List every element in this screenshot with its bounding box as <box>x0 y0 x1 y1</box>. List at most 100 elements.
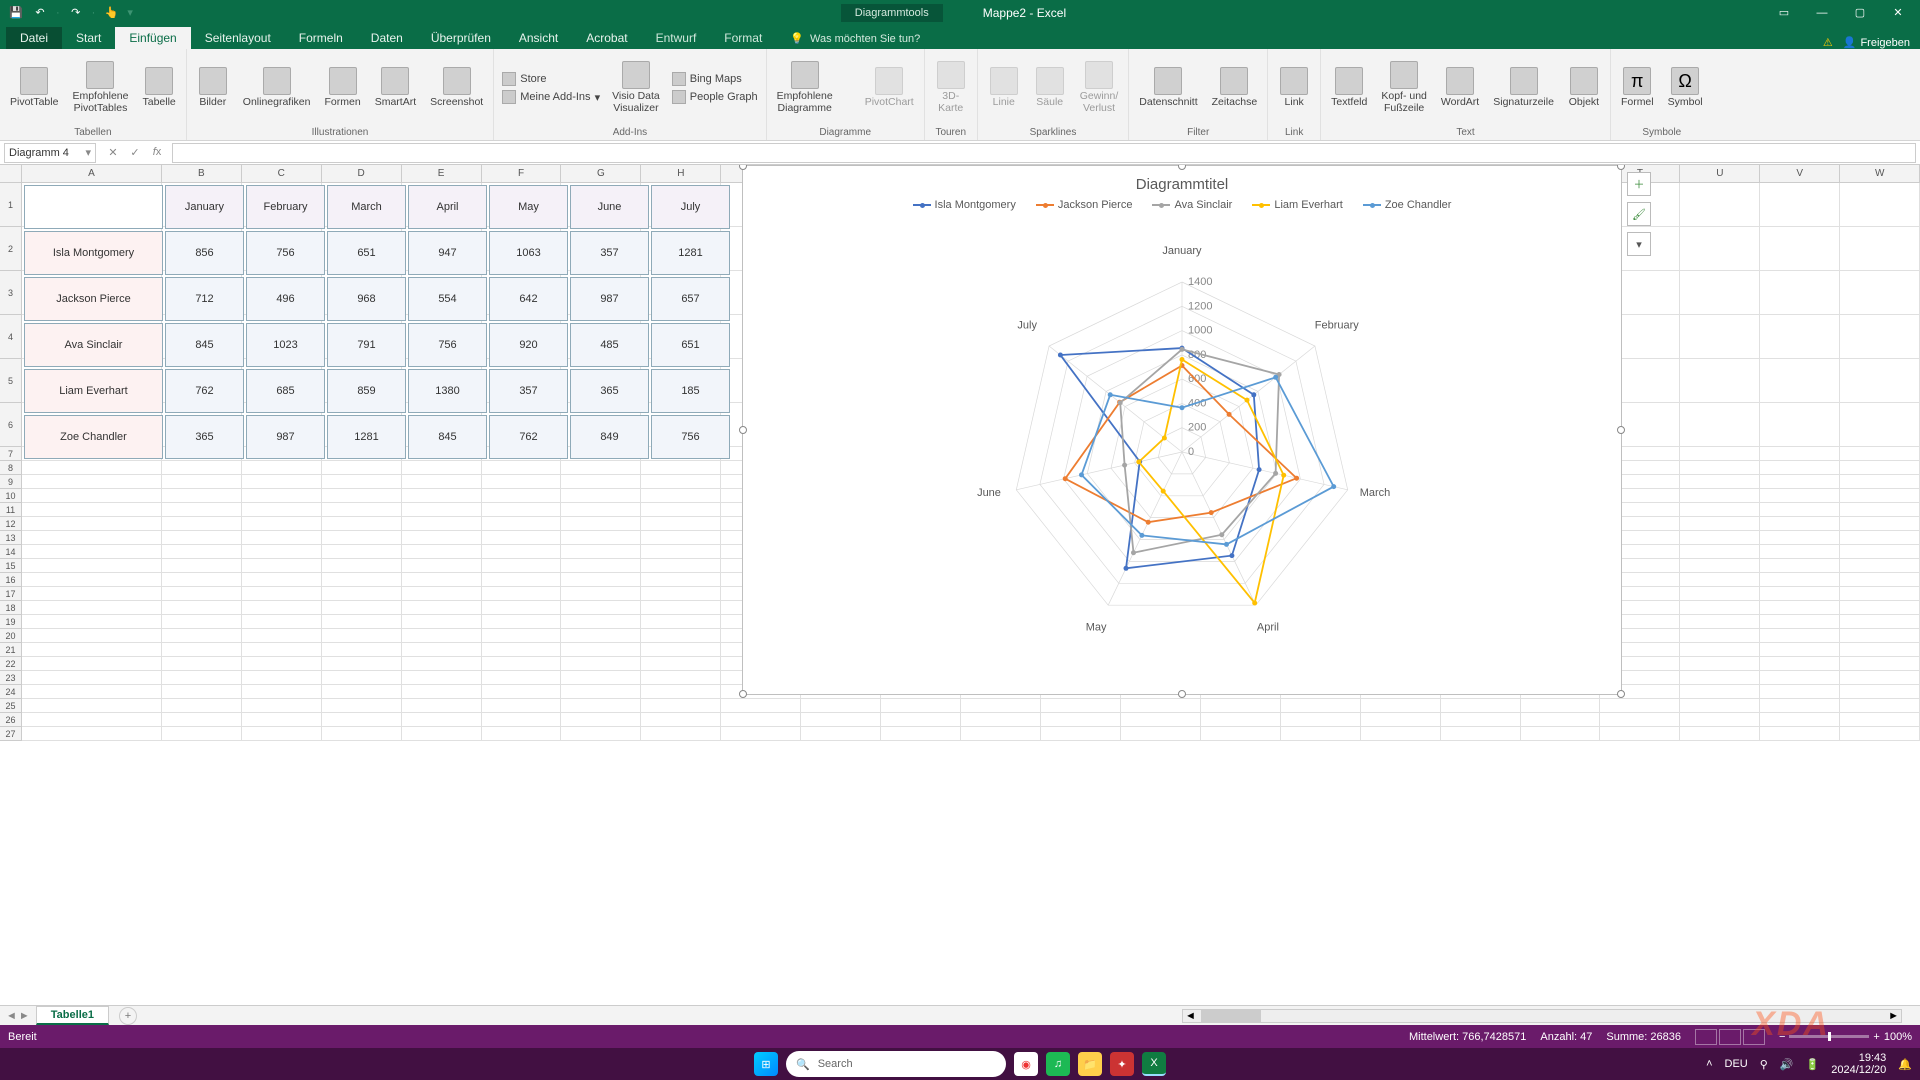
app-icon[interactable]: ✦ <box>1110 1052 1134 1076</box>
tab-start[interactable]: Start <box>62 27 115 49</box>
timeline-button[interactable]: Zeitachse <box>1208 65 1262 111</box>
row-header[interactable]: 27 <box>0 727 22 741</box>
column-header[interactable]: H <box>641 165 721 182</box>
accept-formula-icon[interactable]: ✓ <box>128 146 142 159</box>
chart-object[interactable]: ＋ 🖌 ▾ Diagrammtitel Isla MontgomeryJacks… <box>742 165 1622 695</box>
row-header[interactable]: 14 <box>0 545 22 559</box>
row-header[interactable]: 26 <box>0 713 22 727</box>
notifications-icon[interactable]: 🔔 <box>1898 1058 1912 1071</box>
view-normal-button[interactable] <box>1695 1029 1717 1045</box>
visio-button[interactable]: Visio Data Visualizer <box>608 59 664 116</box>
row-header[interactable]: 21 <box>0 643 22 657</box>
table-button[interactable]: Tabelle <box>139 65 180 111</box>
clock-date[interactable]: 2024/12/20 <box>1831 1064 1886 1076</box>
3d-map-button[interactable]: 3D- Karte <box>931 59 971 116</box>
row-header[interactable]: 2 <box>0 227 22 271</box>
chart-filter-button[interactable]: ▾ <box>1627 232 1651 256</box>
row-header[interactable]: 15 <box>0 559 22 573</box>
row-header[interactable]: 8 <box>0 461 22 475</box>
people-graph-button[interactable]: People Graph <box>670 89 760 105</box>
column-header[interactable]: G <box>561 165 641 182</box>
tab-view[interactable]: Ansicht <box>505 27 572 49</box>
wordart-button[interactable]: WordArt <box>1437 65 1483 111</box>
zoom-level[interactable]: 100% <box>1884 1031 1912 1043</box>
signature-button[interactable]: Signaturzeile <box>1489 65 1558 111</box>
column-header[interactable]: U <box>1680 165 1760 182</box>
maximize-button[interactable]: ▢ <box>1842 1 1878 25</box>
formula-input[interactable] <box>172 143 1916 163</box>
link-button[interactable]: Link <box>1274 65 1314 111</box>
column-header[interactable]: E <box>402 165 482 182</box>
pictures-button[interactable]: Bilder <box>193 65 233 111</box>
minimize-button[interactable]: — <box>1804 1 1840 25</box>
chart-elements-button[interactable]: ＋ <box>1627 172 1651 196</box>
row-header[interactable]: 18 <box>0 601 22 615</box>
my-addins-button[interactable]: Meine Add-Ins ▾ <box>500 89 602 105</box>
row-header[interactable]: 16 <box>0 573 22 587</box>
redo-icon[interactable]: ↷ <box>68 5 84 21</box>
row-header[interactable]: 3 <box>0 271 22 315</box>
start-button[interactable]: ⊞ <box>754 1052 778 1076</box>
column-header[interactable]: W <box>1840 165 1920 182</box>
column-header[interactable]: B <box>162 165 242 182</box>
slicer-button[interactable]: Datenschnitt <box>1135 65 1201 111</box>
row-header[interactable]: 23 <box>0 671 22 685</box>
language-indicator[interactable]: DEU <box>1725 1058 1748 1070</box>
column-header[interactable]: D <box>322 165 402 182</box>
battery-icon[interactable]: 🔋 <box>1806 1058 1820 1071</box>
pivottable-button[interactable]: PivotTable <box>6 65 62 111</box>
tab-insert[interactable]: Einfügen <box>115 27 190 49</box>
row-header[interactable]: 24 <box>0 685 22 699</box>
fx-icon[interactable]: fx <box>150 146 164 159</box>
row-header[interactable]: 13 <box>0 531 22 545</box>
save-icon[interactable]: 💾 <box>8 5 24 21</box>
ribbon-options-icon[interactable]: ▭ <box>1766 1 1802 25</box>
tab-data[interactable]: Daten <box>357 27 417 49</box>
warning-icon[interactable]: ⚠ <box>1823 36 1833 49</box>
row-header[interactable]: 17 <box>0 587 22 601</box>
object-button[interactable]: Objekt <box>1564 65 1604 111</box>
row-header[interactable]: 10 <box>0 489 22 503</box>
explorer-icon[interactable]: 📁 <box>1078 1052 1102 1076</box>
chart-legend[interactable]: Isla MontgomeryJackson PierceAva Sinclai… <box>743 193 1621 217</box>
row-header[interactable]: 22 <box>0 657 22 671</box>
store-button[interactable]: Store <box>500 71 602 87</box>
undo-icon[interactable]: ↶ <box>32 5 48 21</box>
excel-icon[interactable]: X <box>1142 1052 1166 1076</box>
sheet-nav-next[interactable]: ► <box>19 1010 30 1022</box>
smartart-button[interactable]: SmartArt <box>371 65 420 111</box>
row-header[interactable]: 19 <box>0 615 22 629</box>
sheet-tab[interactable]: Tabelle1 <box>36 1006 109 1025</box>
header-footer-button[interactable]: Kopf- und Fußzeile <box>1377 59 1431 116</box>
row-header[interactable]: 20 <box>0 629 22 643</box>
tab-file[interactable]: Datei <box>6 27 62 49</box>
column-header[interactable]: C <box>242 165 322 182</box>
row-header[interactable]: 11 <box>0 503 22 517</box>
sparkline-winloss-button[interactable]: Gewinn/ Verlust <box>1076 59 1123 116</box>
tell-me-box[interactable]: 💡Was möchten Sie tun? <box>776 28 934 49</box>
row-header[interactable]: 6 <box>0 403 22 447</box>
sheet-nav-prev[interactable]: ◄ <box>6 1010 17 1022</box>
tab-format[interactable]: Format <box>710 27 776 49</box>
row-header[interactable]: 7 <box>0 447 22 461</box>
column-header[interactable]: V <box>1760 165 1840 182</box>
taskbar-search[interactable]: 🔍Search <box>786 1051 1006 1077</box>
volume-icon[interactable]: 🔊 <box>1780 1058 1794 1071</box>
row-header[interactable]: 5 <box>0 359 22 403</box>
shapes-button[interactable]: Formen <box>321 65 365 111</box>
symbol-button[interactable]: ΩSymbol <box>1664 65 1707 111</box>
tab-design[interactable]: Entwurf <box>642 27 711 49</box>
bing-maps-button[interactable]: Bing Maps <box>670 71 760 87</box>
equation-button[interactable]: πFormel <box>1617 65 1658 111</box>
textbox-button[interactable]: Textfeld <box>1327 65 1371 111</box>
tab-formulas[interactable]: Formeln <box>285 27 357 49</box>
tab-layout[interactable]: Seitenlayout <box>191 27 285 49</box>
share-button[interactable]: 👤Freigeben <box>1843 36 1910 49</box>
sparkline-column-button[interactable]: Säule <box>1030 65 1070 111</box>
row-header[interactable]: 1 <box>0 183 22 227</box>
chart-styles-button[interactable]: 🖌 <box>1627 202 1651 226</box>
row-header[interactable]: 25 <box>0 699 22 713</box>
rec-charts-button[interactable]: Empfohlene Diagramme <box>773 59 837 116</box>
sparkline-line-button[interactable]: Linie <box>984 65 1024 111</box>
pivotchart-button[interactable]: PivotChart <box>861 65 918 111</box>
